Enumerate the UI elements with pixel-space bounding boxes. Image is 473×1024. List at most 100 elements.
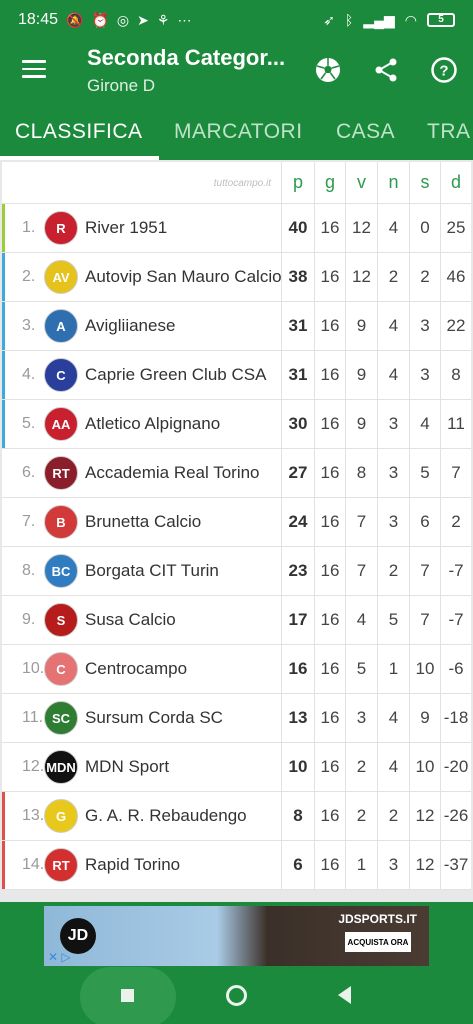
ad-close-icon[interactable]: ✕ ▷: [48, 950, 71, 964]
table-row[interactable]: 10. C Centrocampo 16 16 5 1 10 -6: [2, 645, 471, 694]
table-row[interactable]: 7. B Brunetta Calcio 24 16 7 3 6 2: [2, 498, 471, 547]
stat-g: 16: [314, 351, 345, 399]
location-icon: ➶: [323, 12, 335, 28]
table-row[interactable]: 14. RT Rapid Torino 6 16 1 3 12 -37: [2, 841, 471, 890]
team-name[interactable]: Centrocampo: [85, 645, 187, 693]
team-name[interactable]: Sursum Corda SC: [85, 694, 223, 742]
table-row[interactable]: 5. AA Atletico Alpignano 30 16 9 3 4 11: [2, 400, 471, 449]
stat-d: -7: [440, 596, 471, 644]
team-logo-icon: AV: [44, 260, 78, 294]
ad-banner[interactable]: JD JDSPORTS.IT ACQUISTA ORA ✕ ▷: [44, 906, 429, 966]
stat-g: 16: [314, 204, 345, 252]
position: 6.: [22, 464, 36, 481]
team-name[interactable]: River 1951: [85, 204, 167, 252]
team-name[interactable]: Brunetta Calcio: [85, 498, 201, 546]
stat-g: 16: [314, 498, 345, 546]
stat-n: 2: [377, 792, 409, 840]
team-logo-icon: R: [44, 211, 78, 245]
stat-n: 4: [377, 302, 409, 350]
brand-watermark: tuttocampo.it: [213, 178, 271, 189]
table-row[interactable]: 4. C Caprie Green Club CSA 31 16 9 4 3 8: [2, 351, 471, 400]
stat-v: 2: [345, 743, 377, 791]
soccer-ball-icon[interactable]: [314, 56, 342, 84]
active-tab-indicator: [0, 156, 159, 160]
table-row[interactable]: 1. R River 1951 40 16 12 4 0 25: [2, 204, 471, 253]
position: 14.: [22, 856, 45, 873]
table-row[interactable]: 6. RT Accademia Real Torino 27 16 8 3 5 7: [2, 449, 471, 498]
table-row[interactable]: 2. AV Autovip San Mauro Calcio 38 16 12 2 2 46: [2, 253, 471, 302]
team-name[interactable]: MDN Sport: [85, 743, 169, 791]
tab-classifica[interactable]: CLASSIFICA: [15, 120, 143, 144]
tab-casa[interactable]: CASA: [336, 120, 395, 144]
stat-s: 7: [409, 547, 440, 595]
team-name[interactable]: Atletico Alpignano: [85, 400, 220, 448]
team-name[interactable]: Avigliianese: [85, 302, 175, 350]
position: 10.: [22, 660, 45, 677]
recents-icon[interactable]: [121, 989, 134, 1002]
stat-g: 16: [314, 841, 345, 889]
signal-icon: ▂▄▆: [363, 12, 395, 28]
zone-indicator: [2, 253, 5, 301]
stat-s: 3: [409, 351, 440, 399]
menu-icon[interactable]: [22, 60, 46, 78]
stat-d: 2: [440, 498, 471, 546]
stat-g: 16: [314, 547, 345, 595]
stat-n: 2: [377, 547, 409, 595]
zone-indicator: [2, 351, 5, 399]
position: 1.: [22, 219, 36, 236]
ad-cta-button[interactable]: ACQUISTA ORA: [345, 932, 411, 952]
column-header-d[interactable]: d: [440, 162, 471, 203]
wifi-icon: ◠: [404, 12, 417, 28]
tab-marcatori[interactable]: MARCATORI: [174, 120, 303, 144]
stat-d: 25: [440, 204, 471, 252]
home-icon[interactable]: [226, 985, 247, 1006]
standings-table: tuttocampo.it pgvnsd 1. R River 1951 40 16 12…: [2, 162, 471, 890]
stat-s: 5: [409, 449, 440, 497]
stat-d: 11: [440, 400, 471, 448]
table-row[interactable]: 13. G G. A. R. Rebaudengo 8 16 2 2 12 -26: [2, 792, 471, 841]
help-icon[interactable]: ?: [430, 56, 458, 84]
team-name[interactable]: G. A. R. Rebaudengo: [85, 792, 247, 840]
team-name[interactable]: Susa Calcio: [85, 596, 176, 644]
stat-n: 3: [377, 400, 409, 448]
column-header-g[interactable]: g: [314, 162, 345, 203]
position: 3.: [22, 317, 36, 334]
stat-s: 10: [409, 743, 440, 791]
back-icon[interactable]: [338, 986, 351, 1004]
table-row[interactable]: 3. A Avigliianese 31 16 9 4 3 22: [2, 302, 471, 351]
stat-p: 27: [281, 449, 314, 497]
position: 8.: [22, 562, 36, 579]
zone-indicator: [2, 400, 5, 448]
column-header-s[interactable]: s: [409, 162, 440, 203]
stat-n: 1: [377, 645, 409, 693]
stat-n: 3: [377, 449, 409, 497]
team-logo-icon: C: [44, 652, 78, 686]
column-header-v[interactable]: v: [345, 162, 377, 203]
team-name[interactable]: Accademia Real Torino: [85, 449, 260, 497]
table-row[interactable]: 12. MDN MDN Sport 10 16 2 4 10 -20: [2, 743, 471, 792]
stat-v: 8: [345, 449, 377, 497]
stat-s: 12: [409, 841, 440, 889]
stat-p: 30: [281, 400, 314, 448]
stat-p: 13: [281, 694, 314, 742]
stat-p: 40: [281, 204, 314, 252]
team-name[interactable]: Autovip San Mauro Calcio: [85, 253, 282, 301]
table-row[interactable]: 11. SC Sursum Corda SC 13 16 3 4 9 -18: [2, 694, 471, 743]
share-icon[interactable]: [372, 56, 400, 84]
stat-p: 16: [281, 645, 314, 693]
column-header-p[interactable]: p: [281, 162, 314, 203]
team-name[interactable]: Rapid Torino: [85, 841, 180, 889]
team-name[interactable]: Borgata CIT Turin: [85, 547, 219, 595]
tab-trasferta[interactable]: TRA: [427, 120, 471, 144]
table-row[interactable]: 8. BC Borgata CIT Turin 23 16 7 2 7 -7: [2, 547, 471, 596]
column-header-n[interactable]: n: [377, 162, 409, 203]
position: 9.: [22, 611, 36, 628]
stat-s: 3: [409, 302, 440, 350]
stat-s: 2: [409, 253, 440, 301]
team-name[interactable]: Caprie Green Club CSA: [85, 351, 266, 399]
team-logo-icon: B: [44, 505, 78, 539]
team-logo-icon: AA: [44, 407, 78, 441]
table-row[interactable]: 9. S Susa Calcio 17 16 4 5 7 -7: [2, 596, 471, 645]
status-bar: 18:45 🔕 ⏰ ◎ ➤ ⚘ ⋯ ➶ ᛒ ▂▄▆ ◠ 5: [0, 0, 473, 40]
position: 5.: [22, 415, 36, 432]
